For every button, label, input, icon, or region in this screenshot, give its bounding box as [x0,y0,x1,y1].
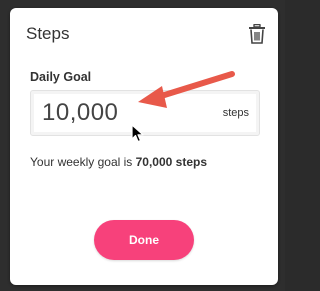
weekly-goal-value: 70,000 steps [135,155,208,169]
weekly-goal-prefix: Your weekly goal is [30,155,136,169]
weekly-goal-text: Your weekly goal is 70,000 steps [30,155,207,169]
daily-goal-unit: steps [222,107,249,119]
daily-goal-value[interactable]: 10,000 [42,99,118,127]
dialog-title: Steps [26,24,70,43]
done-button[interactable]: Done [94,220,194,260]
mouse-cursor-icon [131,124,144,143]
daily-goal-label: Daily Goal [30,70,92,84]
daily-goal-input[interactable]: 10,000 steps [30,90,260,136]
trash-icon[interactable] [248,23,266,44]
steps-goal-dialog: Steps Daily Goal 10,000 steps Your weekl… [10,8,278,285]
